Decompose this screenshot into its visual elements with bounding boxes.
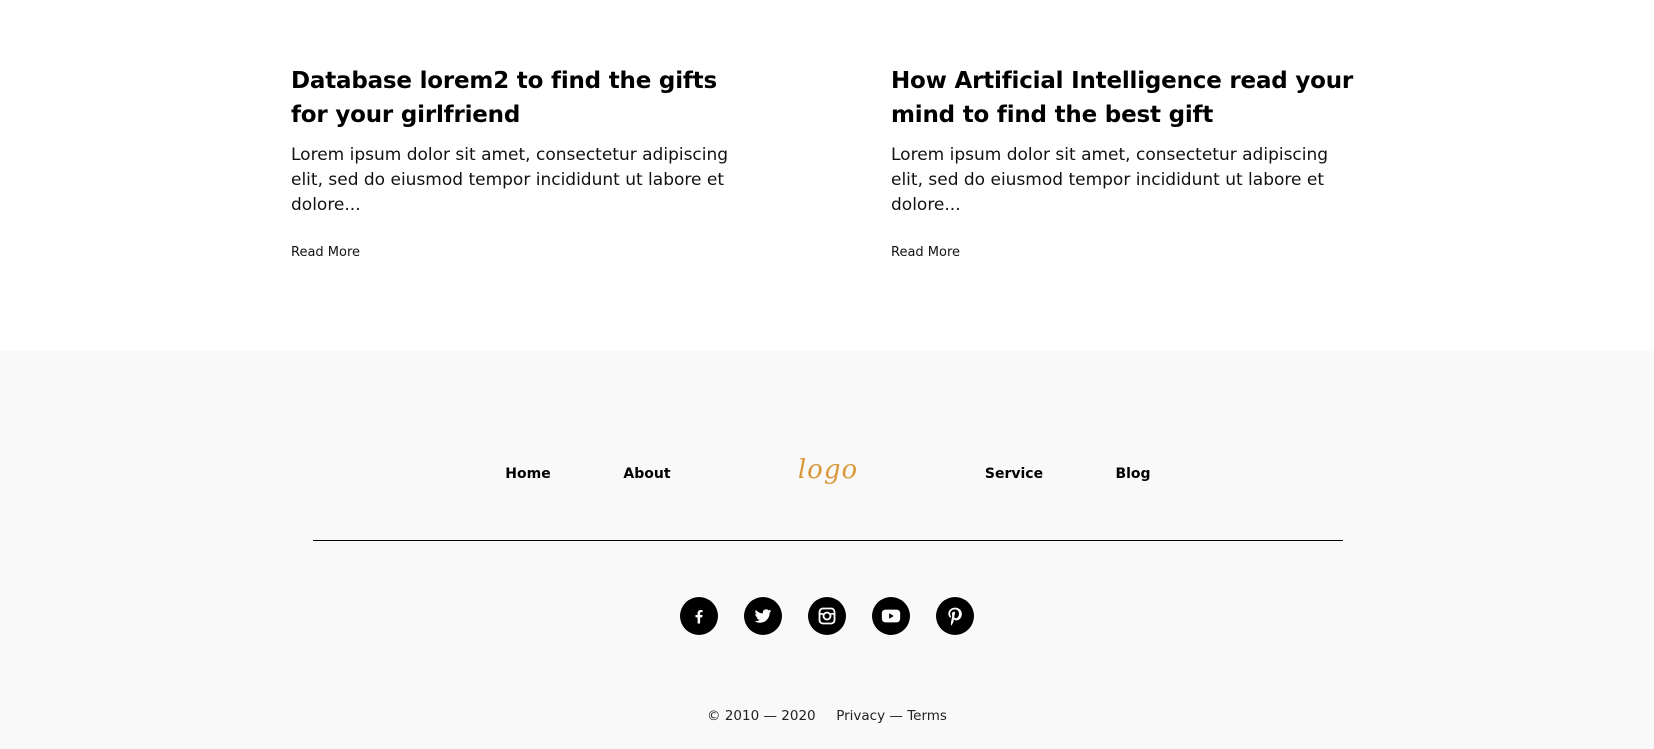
article-card: How Artificial Intelligence read your mi… [891, 64, 1361, 260]
copyright-line: © 2010 — 2020 Privacy — Terms [0, 708, 1654, 724]
logo[interactable]: logo [798, 455, 858, 485]
article-title[interactable]: How Artificial Intelligence read your mi… [891, 64, 1361, 132]
articles-section: Database lorem2 to find the gifts for yo… [0, 0, 1654, 351]
article-excerpt: Lorem ipsum dolor sit amet, consectetur … [291, 145, 729, 215]
copyright-text: © 2010 — 2020 [707, 708, 816, 724]
read-more-link[interactable]: Read More [291, 245, 360, 260]
article-title[interactable]: Database lorem2 to find the gifts for yo… [291, 64, 761, 132]
privacy-link[interactable]: Privacy [836, 708, 885, 724]
twitter-icon[interactable] [744, 597, 782, 635]
footer-nav-home[interactable]: Home [505, 466, 550, 482]
footer-nav-blog[interactable]: Blog [1115, 466, 1150, 482]
youtube-icon[interactable] [872, 597, 910, 635]
social-links [680, 597, 974, 635]
instagram-icon[interactable] [808, 597, 846, 635]
pinterest-icon[interactable] [936, 597, 974, 635]
link-separator: — [889, 708, 903, 724]
terms-link[interactable]: Terms [907, 708, 947, 724]
footer-divider [313, 540, 1343, 541]
footer: Home About logo Service Blog © 2010 — 20… [0, 351, 1654, 749]
article-card: Database lorem2 to find the gifts for yo… [291, 64, 761, 260]
article-excerpt: Lorem ipsum dolor sit amet, consectetur … [891, 145, 1329, 215]
read-more-link[interactable]: Read More [891, 245, 960, 260]
footer-nav-service[interactable]: Service [985, 466, 1043, 482]
facebook-icon[interactable] [680, 597, 718, 635]
footer-nav-about[interactable]: About [623, 466, 670, 482]
